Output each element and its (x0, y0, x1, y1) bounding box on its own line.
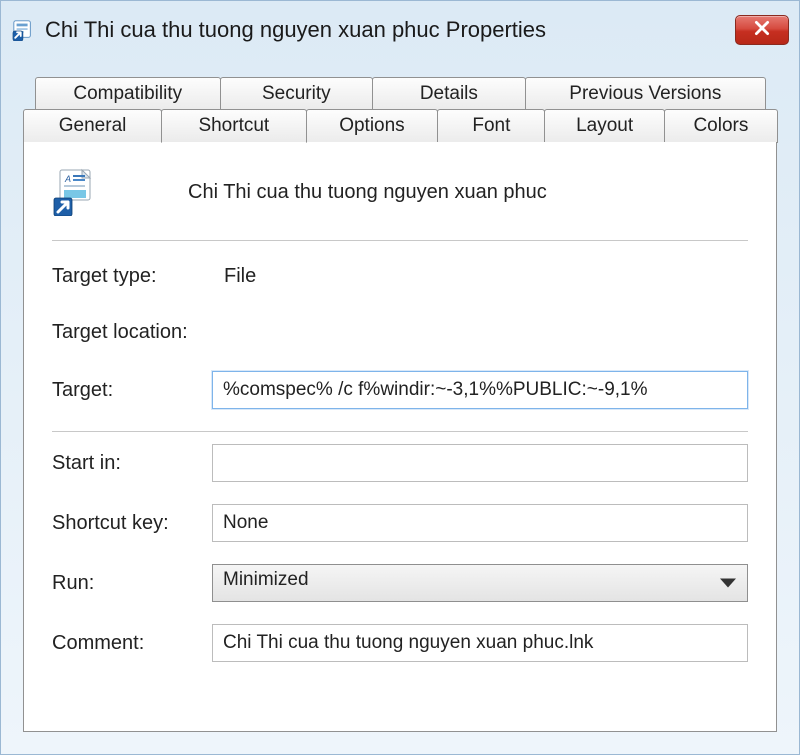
label-run: Run: (52, 572, 212, 595)
titlebar: Chi Thi cua thu tuong nguyen xuan phuc P… (1, 1, 799, 59)
tab-previous-versions[interactable]: Previous Versions (525, 77, 766, 110)
shortcut-title: Chi Thi cua thu tuong nguyen xuan phuc (128, 181, 547, 204)
row-shortcut-key: Shortcut key: (52, 504, 748, 542)
tab-options[interactable]: Options (306, 109, 439, 143)
svg-text:A: A (64, 174, 71, 184)
label-target-type: Target type: (52, 265, 212, 288)
tab-row-back: Compatibility Security Details Previous … (23, 77, 777, 110)
tab-general[interactable]: General (23, 109, 162, 143)
label-start-in: Start in: (52, 452, 212, 475)
value-target-type: File (212, 265, 256, 288)
row-target-location: Target location: (52, 315, 748, 349)
content-area: Compatibility Security Details Previous … (1, 59, 799, 732)
row-start-in: Start in: (52, 444, 748, 482)
close-button[interactable] (735, 15, 789, 45)
row-target: Target: (52, 371, 748, 409)
divider (52, 240, 748, 241)
select-run-wrap: Minimized (212, 564, 748, 602)
tab-colors[interactable]: Colors (664, 109, 778, 143)
input-target[interactable] (212, 371, 748, 409)
row-run: Run: Minimized (52, 564, 748, 602)
tab-layout[interactable]: Layout (544, 109, 664, 143)
tab-details[interactable]: Details (372, 77, 526, 110)
divider (52, 431, 748, 432)
input-comment[interactable] (212, 624, 748, 662)
shortcut-file-icon: A (52, 168, 100, 216)
input-start-in[interactable] (212, 444, 748, 482)
row-target-type: Target type: File (52, 259, 748, 293)
tab-row-front: General Shortcut Options Font Layout Col… (23, 109, 777, 143)
label-comment: Comment: (52, 632, 212, 655)
window-shortcut-icon (11, 18, 35, 42)
row-comment: Comment: (52, 624, 748, 662)
tab-font[interactable]: Font (437, 109, 545, 143)
properties-window: Chi Thi cua thu tuong nguyen xuan phuc P… (0, 0, 800, 755)
tab-panel-shortcut: A Chi Thi cua thu tuong nguyen xuan phuc (23, 142, 777, 732)
input-shortcut-key[interactable] (212, 504, 748, 542)
label-target: Target: (52, 379, 212, 402)
tab-compatibility[interactable]: Compatibility (35, 77, 221, 110)
tab-security[interactable]: Security (220, 77, 374, 110)
shortcut-header: A Chi Thi cua thu tuong nguyen xuan phuc (52, 162, 748, 238)
select-run[interactable]: Minimized (212, 564, 748, 602)
label-target-location: Target location: (52, 321, 212, 344)
label-shortcut-key: Shortcut key: (52, 512, 212, 535)
tabs: Compatibility Security Details Previous … (23, 77, 777, 732)
close-icon (753, 19, 771, 42)
window-title: Chi Thi cua thu tuong nguyen xuan phuc P… (45, 17, 735, 43)
tab-shortcut[interactable]: Shortcut (161, 109, 306, 143)
